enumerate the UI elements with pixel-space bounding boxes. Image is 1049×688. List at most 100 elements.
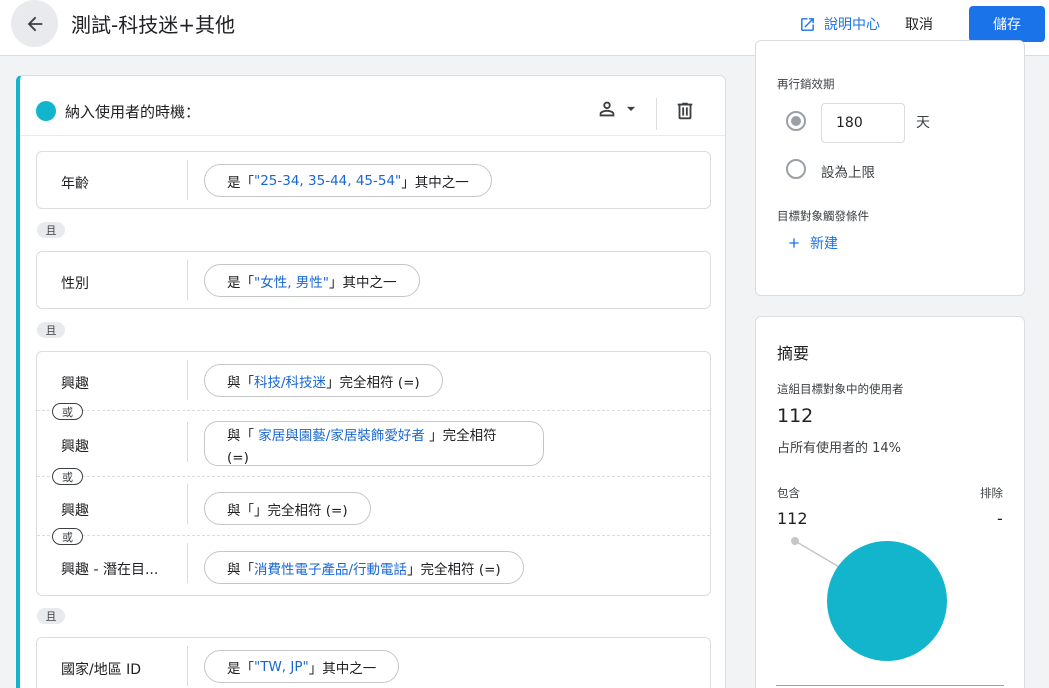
summary-bottom-divider bbox=[776, 685, 1004, 686]
pie-slice-include bbox=[827, 541, 947, 661]
row-separator bbox=[187, 422, 188, 462]
row-label: 國家/地區 ID bbox=[61, 662, 142, 678]
chip-suffix: 」完全相符 (=) bbox=[254, 502, 348, 519]
condition-row: 興趣 與「 」完全相符 (=) bbox=[37, 476, 710, 534]
row-label: 性別 bbox=[61, 276, 89, 292]
trash-icon bbox=[677, 102, 693, 120]
duration-value: 180 bbox=[836, 115, 863, 131]
or-badge: 或 bbox=[52, 468, 83, 485]
and-badge: 且 bbox=[37, 222, 65, 238]
duration-label: 再行銷效期 bbox=[777, 77, 835, 91]
person-icon bbox=[599, 101, 615, 117]
summary-title: 摘要 bbox=[777, 344, 810, 363]
chip-value: 家居與園藝/家居裝飾愛好者 bbox=[258, 428, 425, 444]
users-label: 這組目標對象中的使用者 bbox=[777, 382, 904, 396]
condition-group-age: 年齡 是「 "25-34, 35-44, 45-54" 」其中之一 bbox=[36, 151, 711, 209]
chip-suffix: 」完全相符 (=) bbox=[407, 561, 501, 578]
chip-suffix: 」其中之一 bbox=[401, 174, 469, 191]
row-label: 興趣 bbox=[61, 439, 89, 455]
condition-chip[interactable]: 與「 科技/科技迷 」完全相符 (=) bbox=[204, 364, 443, 397]
header-divider bbox=[656, 98, 657, 130]
row-separator bbox=[187, 360, 188, 400]
chip-value: "25-34, 35-44, 45-54" bbox=[254, 172, 402, 189]
condition-chip[interactable]: 與「 消費性電子產品/行動電話 」完全相符 (=) bbox=[204, 551, 524, 584]
condition-title: 納入使用者的時機： bbox=[65, 103, 201, 121]
condition-row: 興趣 與「 科技/科技迷 」完全相符 (=) bbox=[37, 352, 710, 410]
row-separator bbox=[187, 646, 188, 686]
chip-suffix: 」其中之一 bbox=[329, 274, 397, 291]
condition-chip[interactable]: 是「 "TW, JP" 」其中之一 bbox=[204, 650, 400, 683]
condition-chip[interactable]: 與「 」完全相符 (=) bbox=[204, 492, 371, 525]
and-badge: 且 bbox=[37, 322, 65, 338]
or-badge: 或 bbox=[52, 528, 83, 545]
condition-chip[interactable]: 是「 "女性, 男性" 」其中之一 bbox=[204, 264, 420, 297]
back-button[interactable] bbox=[11, 0, 58, 47]
include-label: 包含 bbox=[777, 486, 800, 500]
row-label: 年齡 bbox=[61, 176, 89, 192]
plus-icon bbox=[789, 238, 799, 248]
condition-card: 納入使用者的時機： 年齡 是「 "25-34, 35-44, 45-54" 」其… bbox=[16, 75, 726, 688]
new-trigger-label: 新建 bbox=[810, 236, 838, 252]
chip-value: "女性, 男性" bbox=[254, 274, 330, 291]
new-trigger-button[interactable]: 新建 bbox=[786, 233, 838, 253]
condition-header: 納入使用者的時機： bbox=[20, 76, 725, 136]
summary-card: 摘要 這組目標對象中的使用者 112 占所有使用者的 14% 包含 排除 112… bbox=[755, 316, 1025, 688]
exclude-label: 排除 bbox=[980, 486, 1003, 500]
cancel-button[interactable]: 取消 bbox=[905, 14, 933, 34]
or-badge: 或 bbox=[52, 403, 83, 420]
caret-down-icon bbox=[626, 106, 636, 111]
chip-prefix: 與「 bbox=[227, 374, 254, 391]
condition-chip[interactable]: 與「 家居與園藝/家居裝飾愛好者 」完全相符 (=) bbox=[204, 421, 544, 466]
users-percent: 占所有使用者的 14% bbox=[777, 441, 902, 456]
chip-prefix: 是「 bbox=[227, 174, 254, 191]
chip-value: "TW, JP" bbox=[254, 658, 309, 675]
max-radio[interactable] bbox=[786, 159, 806, 179]
arrow-back-icon bbox=[27, 16, 42, 31]
max-label: 設為上限 bbox=[821, 165, 875, 181]
exclude-value: - bbox=[997, 509, 1003, 528]
duration-input[interactable]: 180 bbox=[821, 103, 905, 143]
open-in-new-icon bbox=[801, 17, 814, 31]
condition-color-dot bbox=[36, 101, 56, 121]
chip-suffix: 」其中之一 bbox=[308, 660, 377, 677]
condition-row: 年齡 是「 "25-34, 35-44, 45-54" 」其中之一 bbox=[37, 152, 710, 210]
pie-leader-dot bbox=[791, 537, 799, 545]
chip-prefix: 與「 bbox=[227, 428, 254, 444]
page-title: 測試-科技迷+其他 bbox=[71, 13, 235, 37]
duration-unit: 天 bbox=[916, 115, 930, 131]
duration-radio[interactable] bbox=[786, 111, 806, 131]
help-center-label: 說明中心 bbox=[824, 17, 880, 33]
chip-value: 消費性電子產品/行動電話 bbox=[254, 561, 408, 578]
chip-prefix: 與「 bbox=[227, 502, 254, 519]
help-center-link[interactable]: 說明中心 bbox=[799, 14, 880, 34]
row-separator bbox=[187, 260, 188, 300]
condition-group-interests: 興趣 與「 科技/科技迷 」完全相符 (=) 或 興趣 與「 家居與園藝/家居裝… bbox=[36, 351, 711, 596]
chip-prefix: 是「 bbox=[227, 274, 254, 291]
condition-row: 興趣 - 潛在目... 與「 消費性電子產品/行動電話 」完全相符 (=) bbox=[37, 535, 710, 593]
condition-row: 興趣 與「 家居與園藝/家居裝飾愛好者 」完全相符 (=) bbox=[37, 410, 710, 476]
chip-value: 科技/科技迷 bbox=[254, 374, 327, 391]
row-separator bbox=[187, 543, 188, 583]
chip-prefix: 是「 bbox=[227, 660, 254, 677]
chip-suffix: 」完全相符 (=) bbox=[326, 374, 420, 391]
save-button[interactable]: 儲存 bbox=[969, 6, 1045, 42]
condition-row: 性別 是「 "女性, 男性" 」其中之一 bbox=[37, 252, 710, 310]
condition-group-gender: 性別 是「 "女性, 男性" 」其中之一 bbox=[36, 251, 711, 309]
users-value: 112 bbox=[777, 405, 814, 427]
audience-settings-card: 再行銷效期 180 天 設為上限 目標對象觸發條件 新建 bbox=[755, 40, 1025, 296]
trigger-label: 目標對象觸發條件 bbox=[777, 209, 869, 223]
include-value: 112 bbox=[777, 509, 808, 528]
row-label: 興趣 bbox=[61, 376, 89, 392]
delete-button[interactable] bbox=[674, 100, 696, 126]
row-label: 興趣 bbox=[61, 503, 89, 519]
row-separator bbox=[187, 160, 188, 200]
condition-group-country: 國家/地區 ID 是「 "TW, JP" 」其中之一 bbox=[36, 637, 711, 688]
summary-pie-chart bbox=[791, 537, 947, 661]
and-badge: 且 bbox=[37, 608, 65, 624]
condition-row: 國家/地區 ID 是「 "TW, JP" 」其中之一 bbox=[37, 638, 710, 688]
row-separator bbox=[187, 484, 188, 524]
condition-chip[interactable]: 是「 "25-34, 35-44, 45-54" 」其中之一 bbox=[204, 164, 492, 197]
chip-prefix: 與「 bbox=[227, 561, 254, 578]
scope-dropdown[interactable] bbox=[596, 98, 638, 120]
row-label: 興趣 - 潛在目... bbox=[61, 562, 159, 578]
